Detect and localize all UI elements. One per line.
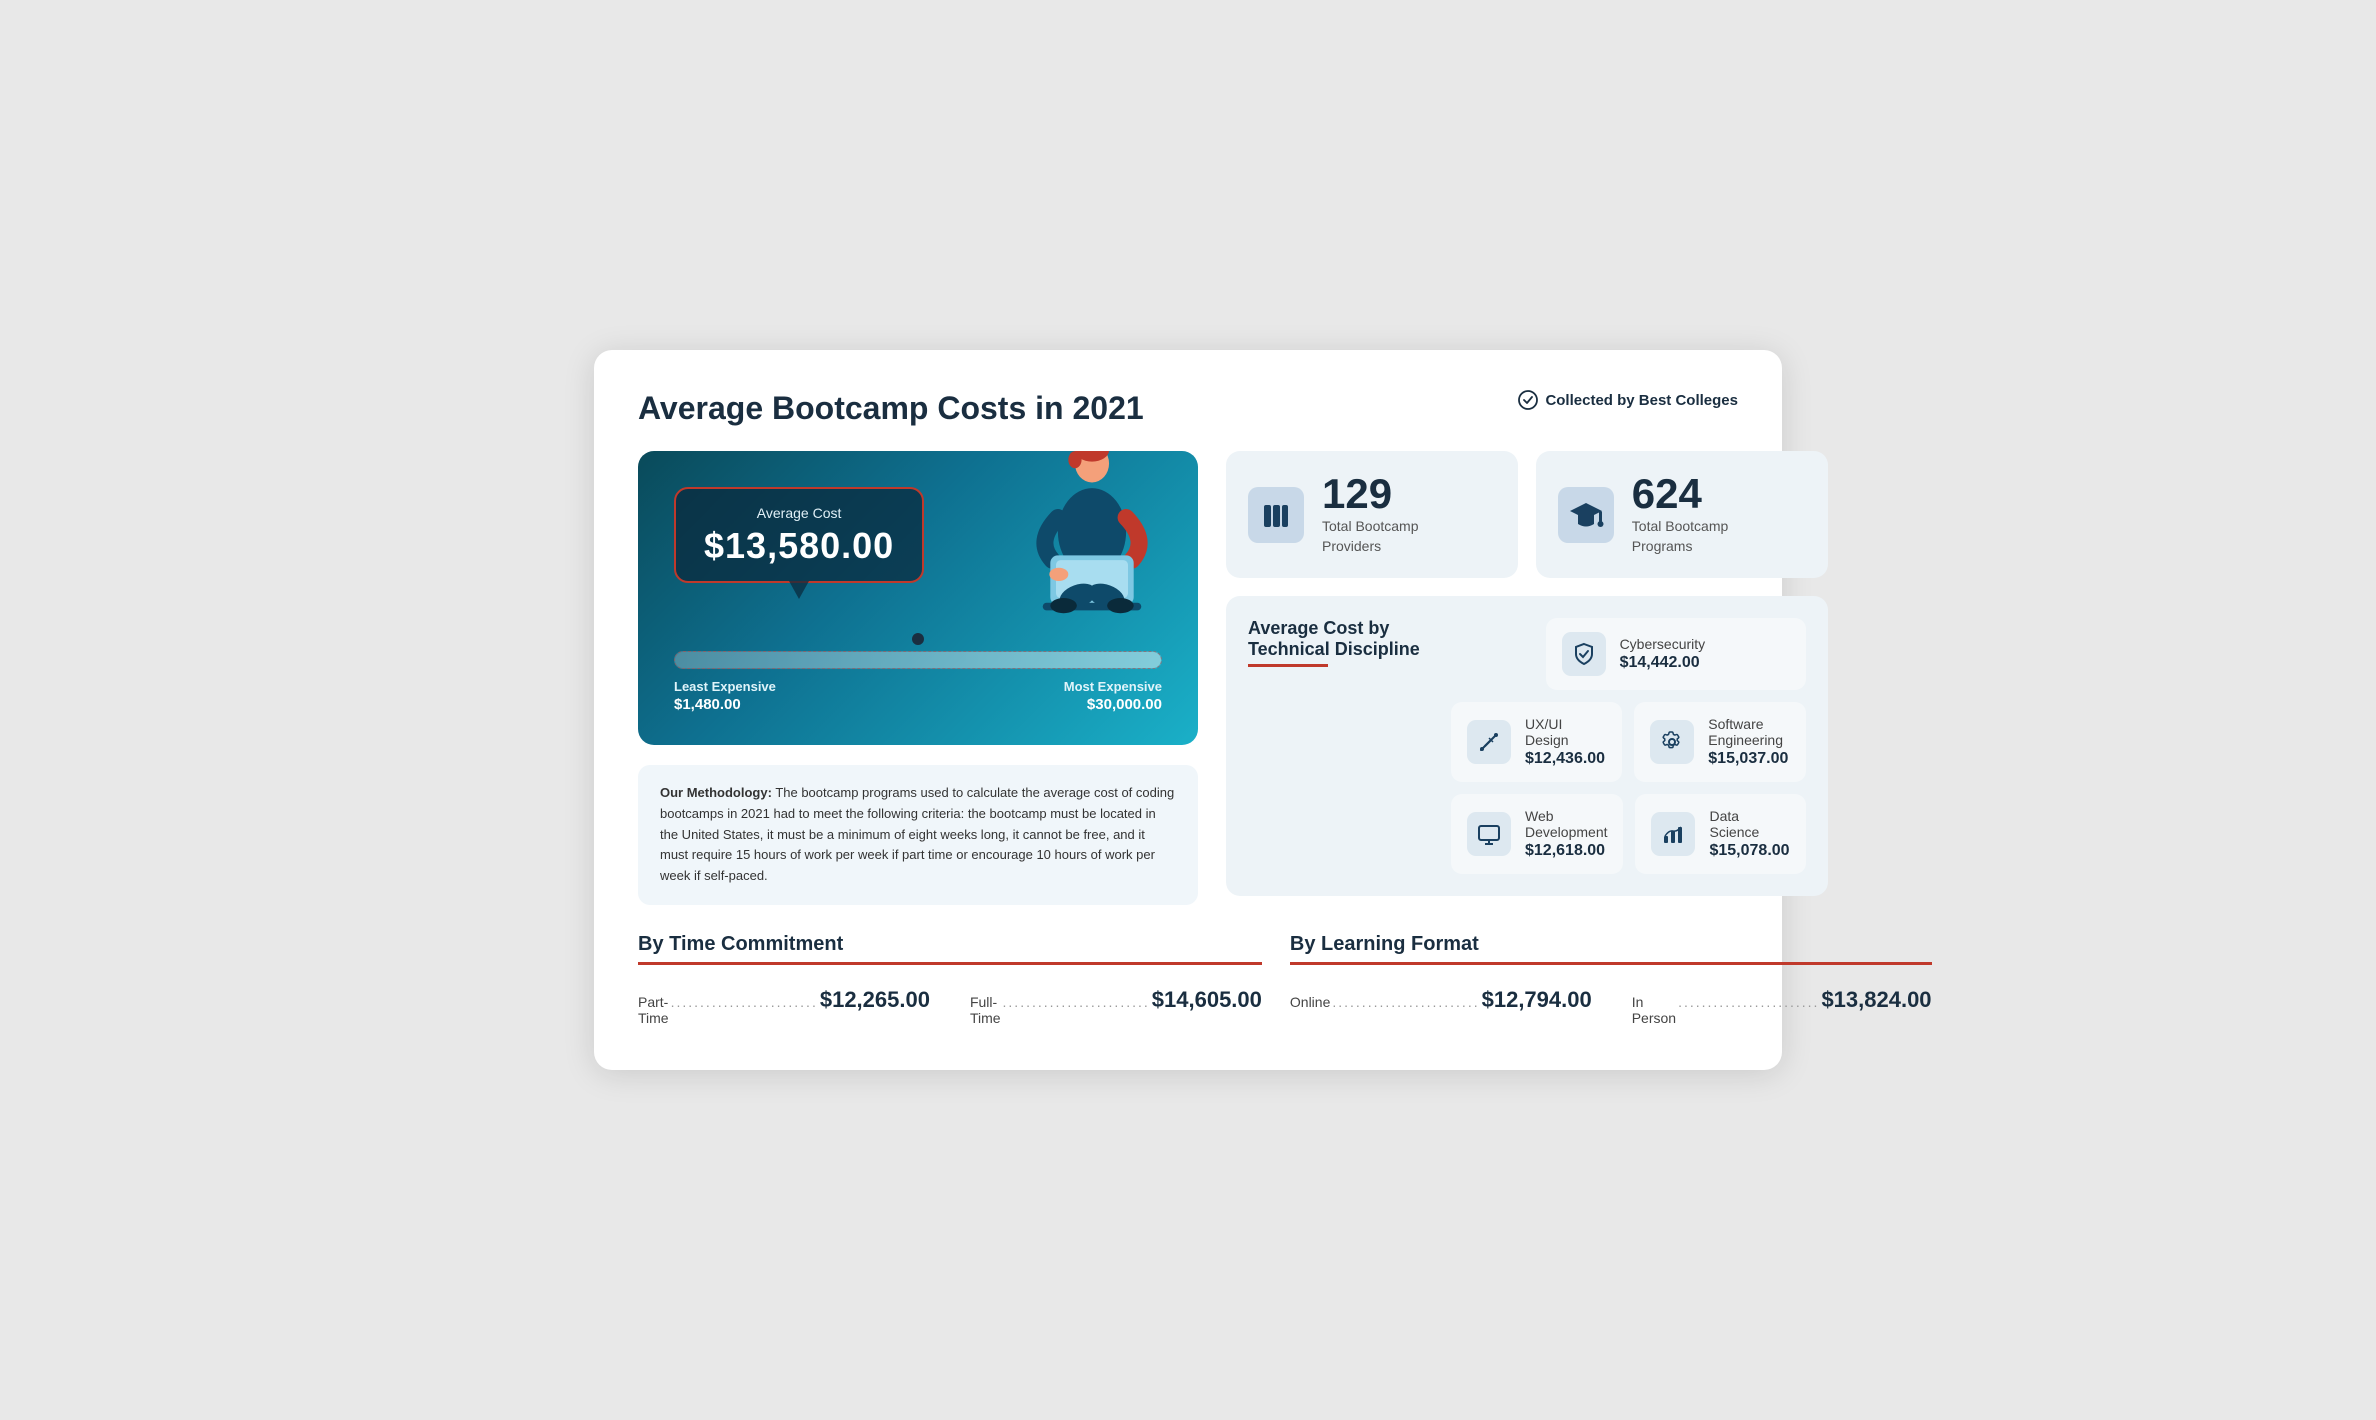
discipline-cost-datascience: $15,078.00	[1709, 842, 1789, 860]
discipline-card-webdev: Web Development $12,618.00	[1451, 794, 1623, 874]
parttime-value: $12,265.00	[820, 987, 930, 1013]
main-card: Average Bootcamp Costs in 2021 Collected…	[594, 350, 1782, 1070]
most-expensive: Most Expensive $30,000.00	[1064, 679, 1162, 713]
range-labels: Least Expensive $1,480.00 Most Expensive…	[674, 679, 1162, 713]
discipline-card-uxui: UX/UI Design $12,436.00	[1451, 702, 1622, 782]
time-commitment-title: By Time Commitment	[638, 933, 1262, 956]
discipline-title-underline	[1248, 664, 1328, 667]
discipline-cost-software: $15,037.00	[1708, 750, 1789, 768]
learning-format-online: Online.........................$12,794.0…	[1290, 987, 1592, 1013]
online-value: $12,794.00	[1482, 987, 1592, 1013]
fulltime-label: Full-Time	[970, 994, 1001, 1026]
gauge-amount: $13,580.00	[704, 525, 894, 567]
discipline-card-software: Software Engineering $15,037.00	[1634, 702, 1805, 782]
collected-by: Collected by Best Colleges	[1518, 390, 1738, 410]
inperson-label: In Person	[1632, 994, 1676, 1026]
shield-icon	[1562, 632, 1606, 676]
discipline-card-datascience: Data Science $15,078.00	[1635, 794, 1805, 874]
gear-icon	[1650, 720, 1694, 764]
methodology-box: Our Methodology: The bootcamp programs u…	[638, 765, 1198, 905]
stats-row: 129 Total Bootcamp Providers	[1226, 451, 1828, 578]
discipline-cost-uxui: $12,436.00	[1525, 750, 1606, 768]
palette-icon	[1467, 720, 1511, 764]
least-expensive: Least Expensive $1,480.00	[674, 679, 776, 713]
discipline-grid-wrapper: Cybersecurity $14,442.00	[1451, 618, 1806, 874]
books-icon	[1248, 487, 1304, 543]
stat-info-providers: 129 Total Bootcamp Providers	[1322, 473, 1419, 556]
discipline-name-uxui: UX/UI Design	[1525, 716, 1606, 748]
time-commitment-underline	[638, 962, 1262, 965]
parttime-dots: .........................	[671, 994, 818, 1010]
online-dots: .........................	[1332, 994, 1479, 1010]
learning-format-section: By Learning Format Online...............…	[1290, 933, 1932, 1026]
bottom-row: By Time Commitment Part-Time............…	[638, 933, 1738, 1026]
discipline-name-webdev: Web Development	[1525, 808, 1607, 840]
stat-info-programs: 624 Total Bootcamp Programs	[1632, 473, 1729, 556]
page-title: Average Bootcamp Costs in 2021	[638, 390, 1144, 427]
time-commitment-fulltime: Full-Time.........................$14,60…	[970, 987, 1262, 1026]
parttime-label: Part-Time	[638, 994, 669, 1026]
stat-card-programs: 624 Total Bootcamp Programs	[1536, 451, 1828, 578]
inperson-value: $13,824.00	[1821, 987, 1931, 1013]
person-illustration	[1022, 451, 1162, 622]
left-column: Average Cost $13,580.00 Least Expensive …	[638, 451, 1198, 905]
inperson-dots: ........................	[1678, 994, 1819, 1010]
time-commitment-section: By Time Commitment Part-Time............…	[638, 933, 1262, 1026]
learning-format-items: Online.........................$12,794.0…	[1290, 987, 1932, 1026]
discipline-name-datascience: Data Science	[1709, 808, 1789, 840]
time-commitment-parttime: Part-Time.........................$12,26…	[638, 987, 930, 1026]
discipline-name-cybersecurity: Cybersecurity	[1620, 636, 1706, 652]
learning-format-underline	[1290, 962, 1932, 965]
gauge-card: Average Cost $13,580.00 Least Expensive …	[638, 451, 1198, 745]
online-label: Online	[1290, 994, 1330, 1010]
fulltime-value: $14,605.00	[1152, 987, 1262, 1013]
learning-format-inperson: In Person........................$13,824…	[1632, 987, 1932, 1026]
discipline-card-cybersecurity: Cybersecurity $14,442.00	[1546, 618, 1806, 690]
stat-number-programs: 624	[1632, 473, 1729, 515]
discipline-title: Average Cost by Technical Discipline	[1248, 618, 1433, 660]
stat-card-providers: 129 Total Bootcamp Providers	[1226, 451, 1518, 578]
discipline-title-block: Average Cost by Technical Discipline	[1248, 618, 1433, 667]
stat-label-providers: Total Bootcamp Providers	[1322, 517, 1419, 556]
stat-number-providers: 129	[1322, 473, 1419, 515]
learning-format-title: By Learning Format	[1290, 933, 1932, 956]
verified-icon	[1518, 390, 1538, 410]
graduation-icon	[1558, 487, 1614, 543]
speech-bubble: Average Cost $13,580.00	[674, 487, 924, 583]
right-column: 129 Total Bootcamp Providers	[1226, 451, 1828, 905]
chart-icon	[1651, 812, 1695, 856]
range-bar	[674, 651, 1162, 669]
header: Average Bootcamp Costs in 2021 Collected…	[638, 390, 1738, 427]
range-bar-container: Least Expensive $1,480.00 Most Expensive…	[674, 633, 1162, 713]
time-commitment-items: Part-Time.........................$12,26…	[638, 987, 1262, 1026]
discipline-section: Average Cost by Technical Discipline	[1226, 596, 1828, 896]
monitor-icon	[1467, 812, 1511, 856]
discipline-cost-cybersecurity: $14,442.00	[1620, 654, 1706, 672]
stat-label-programs: Total Bootcamp Programs	[1632, 517, 1729, 556]
methodology-bold: Our Methodology:	[660, 785, 772, 800]
discipline-name-software: Software Engineering	[1708, 716, 1789, 748]
fulltime-dots: .........................	[1003, 994, 1150, 1010]
main-row: Average Cost $13,580.00 Least Expensive …	[638, 451, 1738, 905]
discipline-cost-webdev: $12,618.00	[1525, 842, 1607, 860]
range-dot	[912, 633, 924, 645]
gauge-label: Average Cost	[704, 505, 894, 521]
